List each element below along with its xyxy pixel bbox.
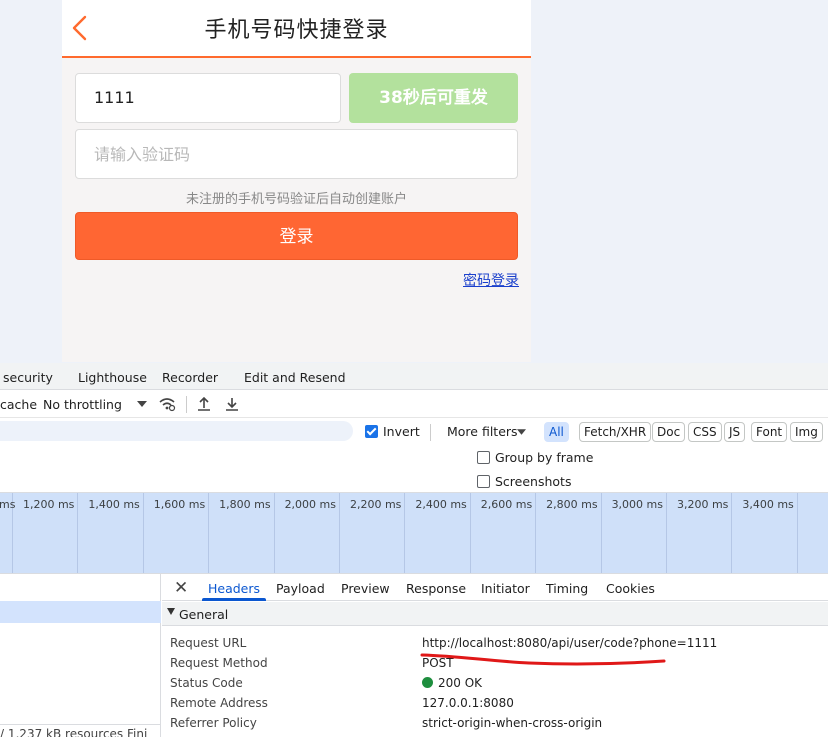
filter-js[interactable]: JS	[724, 422, 746, 442]
timeline-tick-label: 1,400 ms	[88, 498, 140, 511]
page-header: 手机号码快捷登录	[62, 0, 531, 58]
timeline-tick-label: 2,400 ms	[415, 498, 467, 511]
detail-tab-bar: ✕ Headers Payload Preview Response Initi…	[162, 574, 828, 601]
timeline-gridline	[77, 493, 79, 573]
tab-cookies[interactable]: Cookies	[606, 581, 655, 596]
import-har-icon[interactable]	[196, 396, 212, 412]
page-title: 手机号码快捷登录	[204, 18, 389, 43]
timeline-tick-label: 2,000 ms	[284, 498, 336, 511]
filter-divider	[430, 424, 431, 441]
network-timeline-overview[interactable]: ms 1,200 ms 1,400 ms 1,600 ms 1,800 ms 2,000 …	[0, 493, 828, 573]
timeline-gridline	[208, 493, 210, 573]
timeline-tick-label: 1,800 ms	[219, 498, 271, 511]
close-icon[interactable]: ✕	[174, 578, 188, 598]
filter-all[interactable]: All	[544, 422, 569, 442]
verification-code-input[interactable]	[75, 129, 518, 179]
tab-timing[interactable]: Timing	[546, 581, 588, 596]
auto-register-hint: 未注册的手机号码验证后自动创建账户	[185, 192, 407, 207]
general-section-header[interactable]: General	[162, 602, 828, 626]
status-code-value: 200 OK	[422, 676, 482, 690]
active-tab-indicator	[202, 598, 266, 601]
mobile-login-page: 手机号码快捷登录 1111 38秒后可重发 未注册的手机号码验证后自动创建账户 …	[62, 0, 531, 362]
timeline-tick-label: ms	[0, 498, 16, 511]
invert-checkbox[interactable]	[365, 425, 378, 438]
timeline-gridline	[142, 493, 144, 573]
tab-response[interactable]: Response	[406, 581, 466, 596]
tab-initiator[interactable]: Initiator	[481, 581, 530, 596]
screenshots-checkbox[interactable]	[477, 475, 490, 488]
tab-headers[interactable]: Headers	[208, 581, 260, 596]
filter-fetch-xhr[interactable]: Fetch/XHR	[579, 422, 652, 442]
export-har-icon[interactable]	[224, 396, 240, 412]
header-key: Status Code	[170, 676, 243, 690]
devtools-panel: security Lighthouse Recorder Edit and Re…	[0, 363, 828, 737]
referrer-policy-value: strict-origin-when-cross-origin	[422, 716, 603, 730]
invert-label: Invert	[383, 424, 420, 439]
remote-address-value: 127.0.0.1:8080	[422, 696, 514, 710]
filter-css[interactable]: CSS	[688, 422, 722, 442]
timeline-tick-label: 1,600 ms	[153, 498, 206, 511]
header-key: Request Method	[170, 656, 268, 670]
timeline-tick-label: 3,200 ms	[676, 498, 729, 511]
header-key: Request URL	[170, 636, 247, 650]
tab-payload[interactable]: Payload	[276, 581, 325, 596]
tab-lighthouse[interactable]: Lighthouse	[78, 370, 147, 385]
timeline-tick-label: 2,200 ms	[349, 498, 402, 511]
dropdown-caret-icon[interactable]	[517, 429, 526, 435]
filter-input[interactable]	[0, 421, 353, 441]
network-lower-pane: / 1,237 kB resources Fini ✕ Headers Payl…	[0, 573, 828, 737]
timeline-gridline	[339, 493, 340, 573]
filter-img[interactable]: Img	[790, 422, 823, 442]
timeline-gridline	[731, 493, 733, 573]
status-code-text: 200 OK	[438, 676, 483, 690]
group-by-frame-label: Group by frame	[495, 450, 594, 465]
more-filters-button[interactable]: More filters	[447, 424, 518, 439]
header-key: Remote Address	[170, 696, 268, 710]
timeline-gridline	[273, 493, 275, 573]
general-section-title: General	[179, 607, 229, 622]
tab-edit-and-resend[interactable]: Edit and Resend	[244, 370, 346, 385]
request-method-value: POST	[422, 656, 454, 670]
timeline-tick-label: 3,000 ms	[611, 498, 663, 511]
timeline-tick-label: 1,200 ms	[22, 498, 75, 511]
timeline-gridline	[796, 493, 798, 573]
screenshots-label: Screenshots	[495, 474, 572, 489]
network-conditions-icon[interactable]	[158, 395, 176, 413]
expand-triangle-icon	[167, 608, 175, 615]
header-key: Referrer Policy	[170, 716, 257, 730]
dropdown-caret-icon[interactable]	[137, 401, 147, 407]
request-list: / 1,237 kB resources Fini	[0, 574, 161, 737]
disable-cache-label[interactable]: cache	[0, 397, 37, 412]
timeline-tick-label: 2,800 ms	[546, 498, 598, 511]
request-detail-pane: ✕ Headers Payload Preview Response Initi…	[162, 574, 828, 737]
throttling-select[interactable]: No throttling	[43, 397, 122, 412]
filter-doc[interactable]: Doc	[652, 422, 686, 442]
tab-security[interactable]: security	[3, 370, 53, 385]
network-toolbar: cache No throttling	[0, 391, 828, 418]
timeline-tick-label: 3,400 ms	[742, 498, 794, 511]
login-button[interactable]: 登录	[75, 212, 518, 260]
table-row[interactable]	[0, 601, 161, 623]
timeline-gridline	[469, 493, 471, 573]
request-url-value: http://localhost:8080/api/user/code?phon…	[422, 636, 718, 650]
toolbar-divider	[186, 396, 187, 413]
tab-preview[interactable]: Preview	[341, 581, 390, 596]
timeline-gridline	[666, 493, 667, 573]
filter-font[interactable]: Font	[751, 422, 788, 442]
status-ok-icon	[422, 677, 433, 688]
tab-recorder[interactable]: Recorder	[162, 370, 218, 385]
devtools-tab-bar: security Lighthouse Recorder Edit and Re…	[0, 363, 828, 390]
network-options: Group by frame Screenshots	[0, 445, 828, 493]
password-login-link[interactable]: 密码登录	[463, 270, 519, 290]
timeline-gridline	[600, 493, 602, 573]
phone-number-input[interactable]: 1111	[75, 73, 341, 123]
timeline-gridline	[404, 493, 406, 573]
resend-code-button[interactable]: 38秒后可重发	[349, 73, 518, 123]
timeline-tick-label: 2,600 ms	[480, 498, 533, 511]
filter-bar: Invert More filters All Fetch/XHR Doc CS…	[0, 419, 828, 445]
group-by-frame-checkbox[interactable]	[477, 451, 490, 464]
timeline-gridline	[535, 493, 537, 573]
status-bar-summary: / 1,237 kB resources Fini	[0, 724, 161, 737]
